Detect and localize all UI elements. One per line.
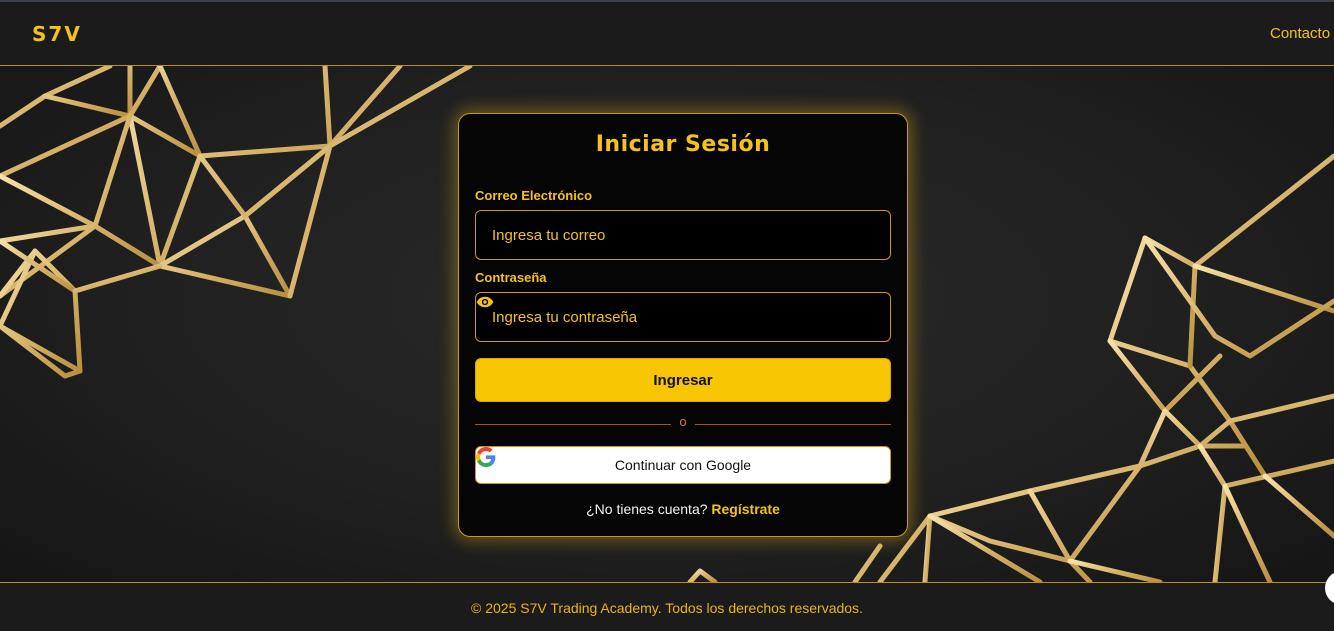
signup-prompt: ¿No tienes cuenta? Regístrate (459, 501, 907, 517)
divider-or-text: o (679, 414, 687, 429)
password-label: Contraseña (475, 270, 547, 285)
google-signin-label: Continuar con Google (614, 457, 752, 473)
login-title: Iniciar Sesión (595, 132, 771, 157)
divider-line-left (475, 424, 671, 425)
site-footer: © 2025 S7V Trading Academy. Todos los de… (0, 582, 1334, 631)
google-signin-button[interactable]: Continuar con Google (475, 446, 891, 484)
hero-background: Iniciar Sesión Correo Electrónico Contra… (0, 66, 1334, 582)
password-field-wrapper (475, 292, 891, 342)
password-field[interactable] (476, 293, 890, 341)
login-card: Iniciar Sesión Correo Electrónico Contra… (458, 113, 908, 537)
login-submit-button[interactable]: Ingresar (475, 358, 891, 402)
footer-copyright: © 2025 S7V Trading Academy. Todos los de… (471, 600, 863, 616)
divider-line-right (695, 424, 891, 425)
nav-link-contact[interactable]: Contacto (1270, 25, 1330, 42)
google-logo-icon (476, 447, 496, 467)
email-field[interactable] (476, 211, 890, 259)
email-label: Correo Electrónico (475, 188, 593, 203)
site-logo[interactable]: S7V (32, 22, 82, 46)
email-field-wrapper (475, 210, 891, 260)
signup-prompt-text: ¿No tienes cuenta? (586, 501, 708, 517)
signup-link[interactable]: Regístrate (711, 501, 779, 517)
eye-icon[interactable] (476, 293, 494, 311)
site-header: S7V Contacto (0, 2, 1334, 66)
